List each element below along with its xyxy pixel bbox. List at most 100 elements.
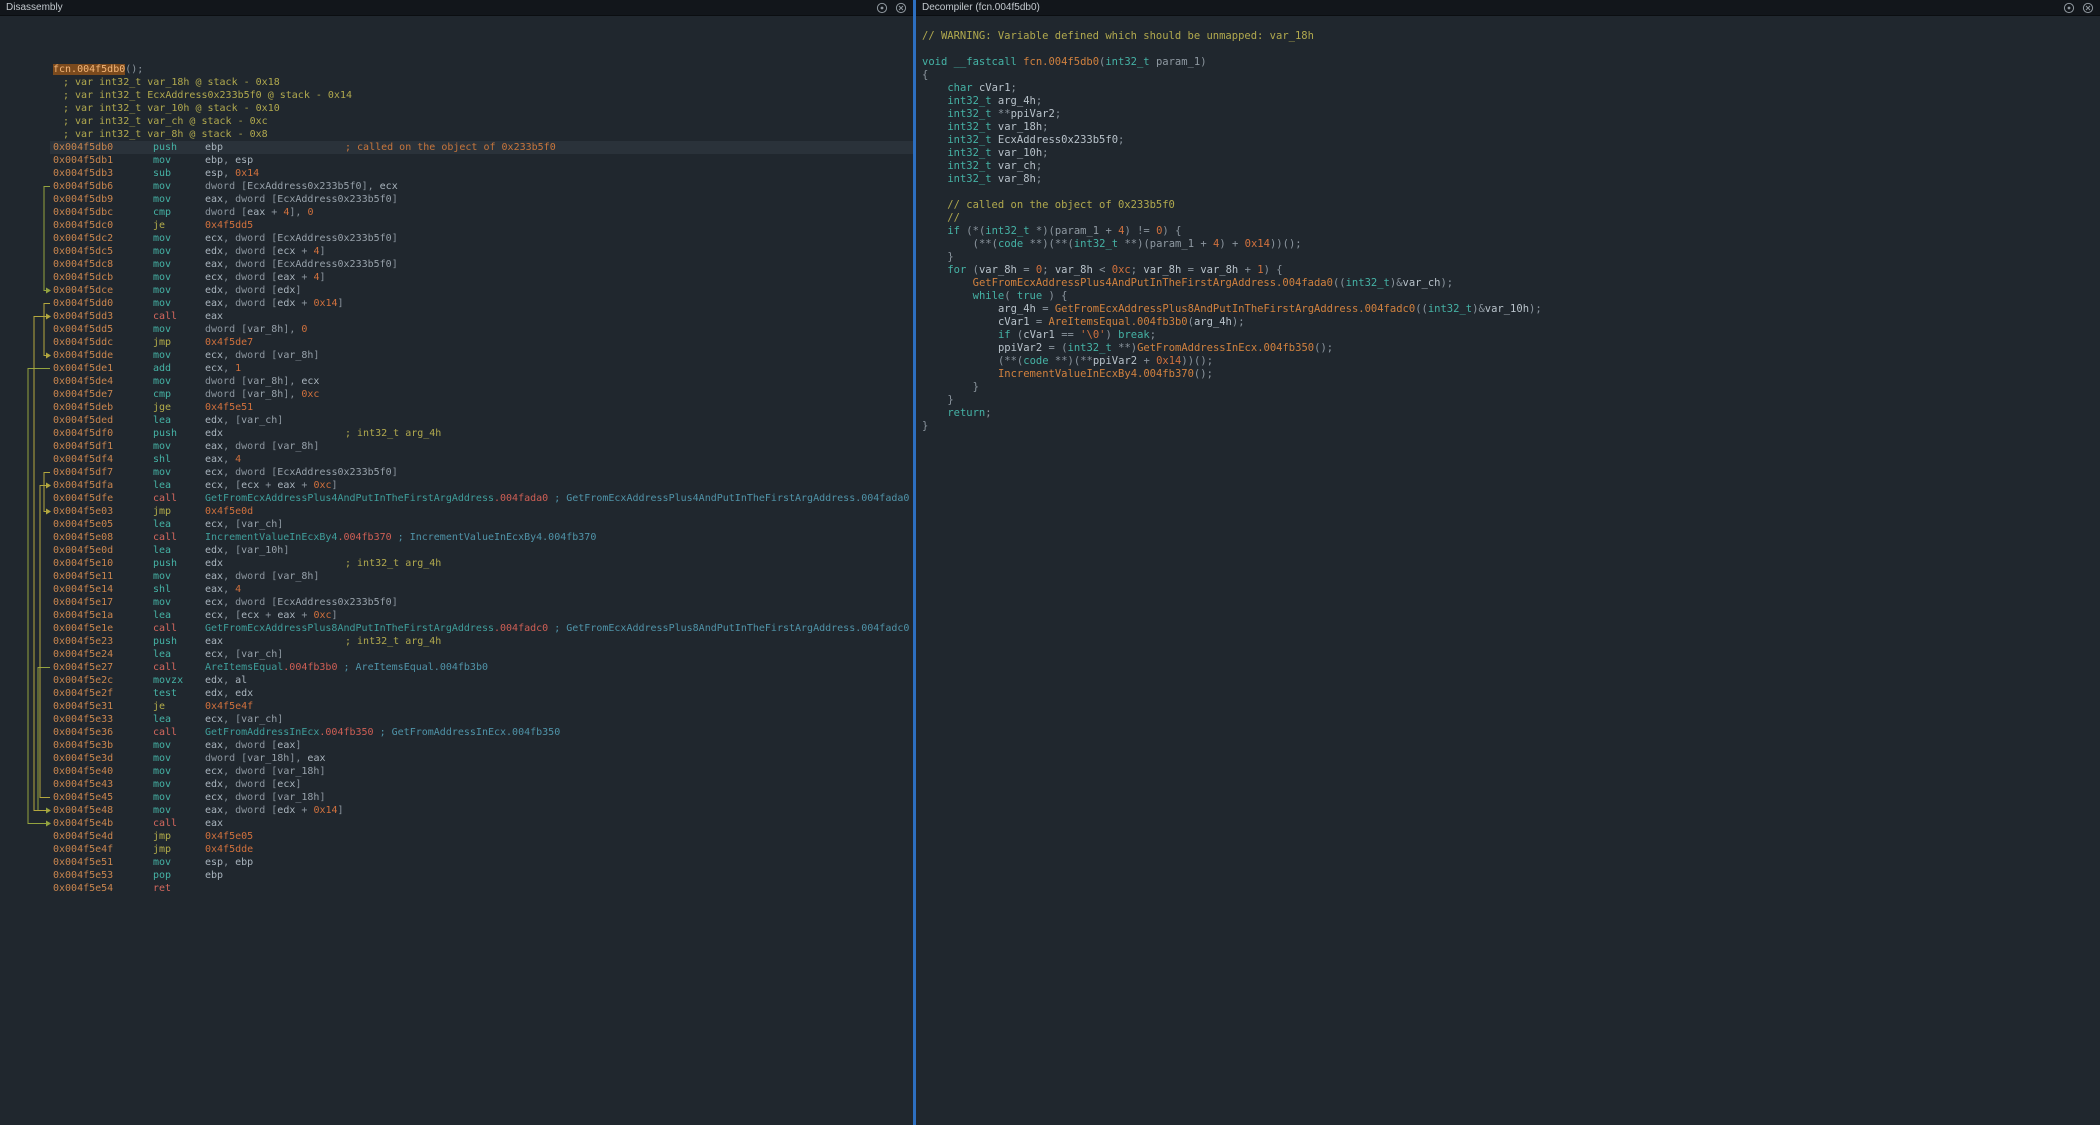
asm-row[interactable]: 0x004f5e48 mov eax, dword [edx + 0x14] [0,804,913,817]
asm-row[interactable]: 0x004f5e11 mov eax, dword [var_8h] [0,570,913,583]
close-icon[interactable] [895,2,907,14]
asm-row[interactable]: 0x004f5e2c movzx edx, al [0,674,913,687]
asm-row[interactable]: 0x004f5dd3 call eax [0,310,913,323]
asm-row[interactable]: 0x004f5e3d mov dword [var_18h], eax [0,752,913,765]
decompiler-line[interactable]: int32_t EcxAddress0x233b5f0; [922,134,2100,147]
asm-row[interactable]: 0x004f5dc8 mov eax, dword [EcxAddress0x233… [0,258,913,271]
asm-row[interactable]: 0x004f5db0 push ebp ; called on the object … [0,141,913,154]
asm-row[interactable]: 0x004f5dc5 mov edx, dword [ecx + 4] [0,245,913,258]
asm-row[interactable]: 0x004f5df1 mov eax, dword [var_8h] [0,440,913,453]
asm-row[interactable]: 0x004f5dce mov edx, dword [edx] [0,284,913,297]
function-signature-line[interactable]: fcn.004f5db0(); [0,63,913,76]
decompiler-line[interactable]: if (cVar1 == '\0') break; [922,329,2100,342]
asm-row[interactable]: 0x004f5e31 je 0x4f5e4f [0,700,913,713]
decompiler-line[interactable]: { [922,69,2100,82]
asm-row[interactable]: 0x004f5e1a lea ecx, [ecx + eax + 0xc] [0,609,913,622]
undock-icon[interactable] [876,2,888,14]
var-comment-line[interactable]: ; var int32_t var_ch @ stack - 0xc [0,115,913,128]
decompiler-line[interactable]: int32_t var_ch; [922,160,2100,173]
decompiler-line[interactable]: } [922,394,2100,407]
asm-row[interactable]: 0x004f5dde mov ecx, dword [var_8h] [0,349,913,362]
decompiler-line[interactable]: IncrementValueInEcxBy4.004fb370(); [922,368,2100,381]
asm-row[interactable]: 0x004f5dcb mov ecx, dword [eax + 4] [0,271,913,284]
asm-row[interactable]: 0x004f5dc0 je 0x4f5dd5 [0,219,913,232]
asm-row[interactable]: 0x004f5e53 pop ebp [0,869,913,882]
asm-row[interactable]: 0x004f5dd0 mov eax, dword [edx + 0x14] [0,297,913,310]
decompiler-line[interactable]: int32_t arg_4h; [922,95,2100,108]
asm-row[interactable]: 0x004f5e27 call AreItemsEqual.004fb3b0 ; A… [0,661,913,674]
asm-row[interactable]: 0x004f5de7 cmp dword [var_8h], 0xc [0,388,913,401]
asm-row[interactable]: 0x004f5e36 call GetFromAddressInEcx.004fb3… [0,726,913,739]
decompiler-line[interactable]: // [922,212,2100,225]
asm-row[interactable]: 0x004f5db9 mov eax, dword [EcxAddress0x233… [0,193,913,206]
asm-row[interactable]: 0x004f5e17 mov ecx, dword [EcxAddress0x233… [0,596,913,609]
decompiler-view[interactable]: // WARNING: Variable defined which shoul… [916,16,2100,1125]
decompiler-line[interactable]: GetFromEcxAddressPlus4AndPutInTheFirstAr… [922,277,2100,290]
asm-row[interactable]: 0x004f5dd5 mov dword [var_8h], 0 [0,323,913,336]
decompiler-line[interactable]: cVar1 = AreItemsEqual.004fb3b0(arg_4h); [922,316,2100,329]
decompiler-line[interactable]: return; [922,407,2100,420]
asm-row[interactable]: 0x004f5db6 mov dword [EcxAddress0x233b5f0]… [0,180,913,193]
disassembly-view[interactable]: fcn.004f5db0();; var int32_t var_18h @ s… [0,16,913,1125]
var-comment-line[interactable]: ; var int32_t EcxAddress0x233b5f0 @ stac… [0,89,913,102]
decompiler-line[interactable]: for (var_8h = 0; var_8h < 0xc; var_8h = … [922,264,2100,277]
asm-row[interactable]: 0x004f5deb jge 0x4f5e51 [0,401,913,414]
asm-row[interactable]: 0x004f5e51 mov esp, ebp [0,856,913,869]
asm-row[interactable]: 0x004f5ded lea edx, [var_ch] [0,414,913,427]
decompiler-line[interactable] [922,43,2100,56]
decompiler-line[interactable]: int32_t var_10h; [922,147,2100,160]
asm-row[interactable]: 0x004f5df4 shl eax, 4 [0,453,913,466]
asm-row[interactable]: 0x004f5e33 lea ecx, [var_ch] [0,713,913,726]
asm-row[interactable]: 0x004f5e4b call eax [0,817,913,830]
asm-row[interactable]: 0x004f5e05 lea ecx, [var_ch] [0,518,913,531]
asm-row[interactable]: 0x004f5e3b mov eax, dword [eax] [0,739,913,752]
decompiler-line[interactable]: } [922,420,2100,433]
asm-row[interactable]: 0x004f5df7 mov ecx, dword [EcxAddress0x233… [0,466,913,479]
asm-row[interactable]: 0x004f5e08 call IncrementValueInEcxBy4.004… [0,531,913,544]
asm-row[interactable]: 0x004f5e2f test edx, edx [0,687,913,700]
decompiler-line[interactable]: arg_4h = GetFromEcxAddressPlus8AndPutInT… [922,303,2100,316]
asm-row[interactable]: 0x004f5dbc cmp dword [eax + 4], 0 [0,206,913,219]
decompiler-line[interactable]: int32_t **ppiVar2; [922,108,2100,121]
asm-row[interactable]: 0x004f5e45 mov ecx, dword [var_18h] [0,791,913,804]
decompiler-line[interactable]: if (*(int32_t *)(param_1 + 4) != 0) { [922,225,2100,238]
var-comment-line[interactable]: ; var int32_t var_8h @ stack - 0x8 [0,128,913,141]
asm-row[interactable]: 0x004f5e10 push edx ; int32_t arg_4h [0,557,913,570]
asm-row[interactable]: 0x004f5e24 lea ecx, [var_ch] [0,648,913,661]
var-comment-line[interactable]: ; var int32_t var_10h @ stack - 0x10 [0,102,913,115]
asm-row[interactable]: 0x004f5dc2 mov ecx, dword [EcxAddress0x233… [0,232,913,245]
asm-row[interactable]: 0x004f5df0 push edx ; int32_t arg_4h [0,427,913,440]
decompiler-line[interactable]: // WARNING: Variable defined which shoul… [922,30,2100,43]
decompiler-line[interactable]: (**(code **)(**(int32_t **)(param_1 + 4)… [922,238,2100,251]
asm-row[interactable]: 0x004f5dfe call GetFromEcxAddressPlus4AndP… [0,492,913,505]
decompiler-line[interactable]: int32_t var_8h; [922,173,2100,186]
decompiler-line[interactable]: while( true ) { [922,290,2100,303]
asm-row[interactable]: 0x004f5dfa lea ecx, [ecx + eax + 0xc] [0,479,913,492]
asm-row[interactable]: 0x004f5e4d jmp 0x4f5e05 [0,830,913,843]
decompiler-line[interactable]: void __fastcall fcn.004f5db0(int32_t par… [922,56,2100,69]
asm-row[interactable]: 0x004f5de4 mov dword [var_8h], ecx [0,375,913,388]
undock-icon[interactable] [2063,2,2075,14]
decompiler-line[interactable]: char cVar1; [922,82,2100,95]
asm-row[interactable]: 0x004f5e23 push eax ; int32_t arg_4h [0,635,913,648]
asm-row[interactable]: 0x004f5e03 jmp 0x4f5e0d [0,505,913,518]
decompiler-line[interactable]: // called on the object of 0x233b5f0 [922,199,2100,212]
asm-row[interactable]: 0x004f5e4f jmp 0x4f5dde [0,843,913,856]
asm-row[interactable]: 0x004f5e40 mov ecx, dword [var_18h] [0,765,913,778]
decompiler-line[interactable]: int32_t var_18h; [922,121,2100,134]
asm-row[interactable]: 0x004f5e0d lea edx, [var_10h] [0,544,913,557]
asm-row[interactable]: 0x004f5ddc jmp 0x4f5de7 [0,336,913,349]
decompiler-line[interactable] [922,186,2100,199]
asm-row[interactable]: 0x004f5e1e call GetFromEcxAddressPlus8AndP… [0,622,913,635]
asm-row[interactable]: 0x004f5db1 mov ebp, esp [0,154,913,167]
asm-row[interactable]: 0x004f5db3 sub esp, 0x14 [0,167,913,180]
decompiler-line[interactable]: } [922,381,2100,394]
decompiler-line[interactable]: (**(code **)(**ppiVar2 + 0x14))(); [922,355,2100,368]
var-comment-line[interactable]: ; var int32_t var_18h @ stack - 0x18 [0,76,913,89]
decompiler-line[interactable]: } [922,251,2100,264]
close-icon[interactable] [2082,2,2094,14]
asm-row[interactable]: 0x004f5e54 ret [0,882,913,895]
decompiler-line[interactable]: ppiVar2 = (int32_t **)GetFromAddressInEc… [922,342,2100,355]
asm-row[interactable]: 0x004f5e14 shl eax, 4 [0,583,913,596]
asm-row[interactable]: 0x004f5de1 add ecx, 1 [0,362,913,375]
